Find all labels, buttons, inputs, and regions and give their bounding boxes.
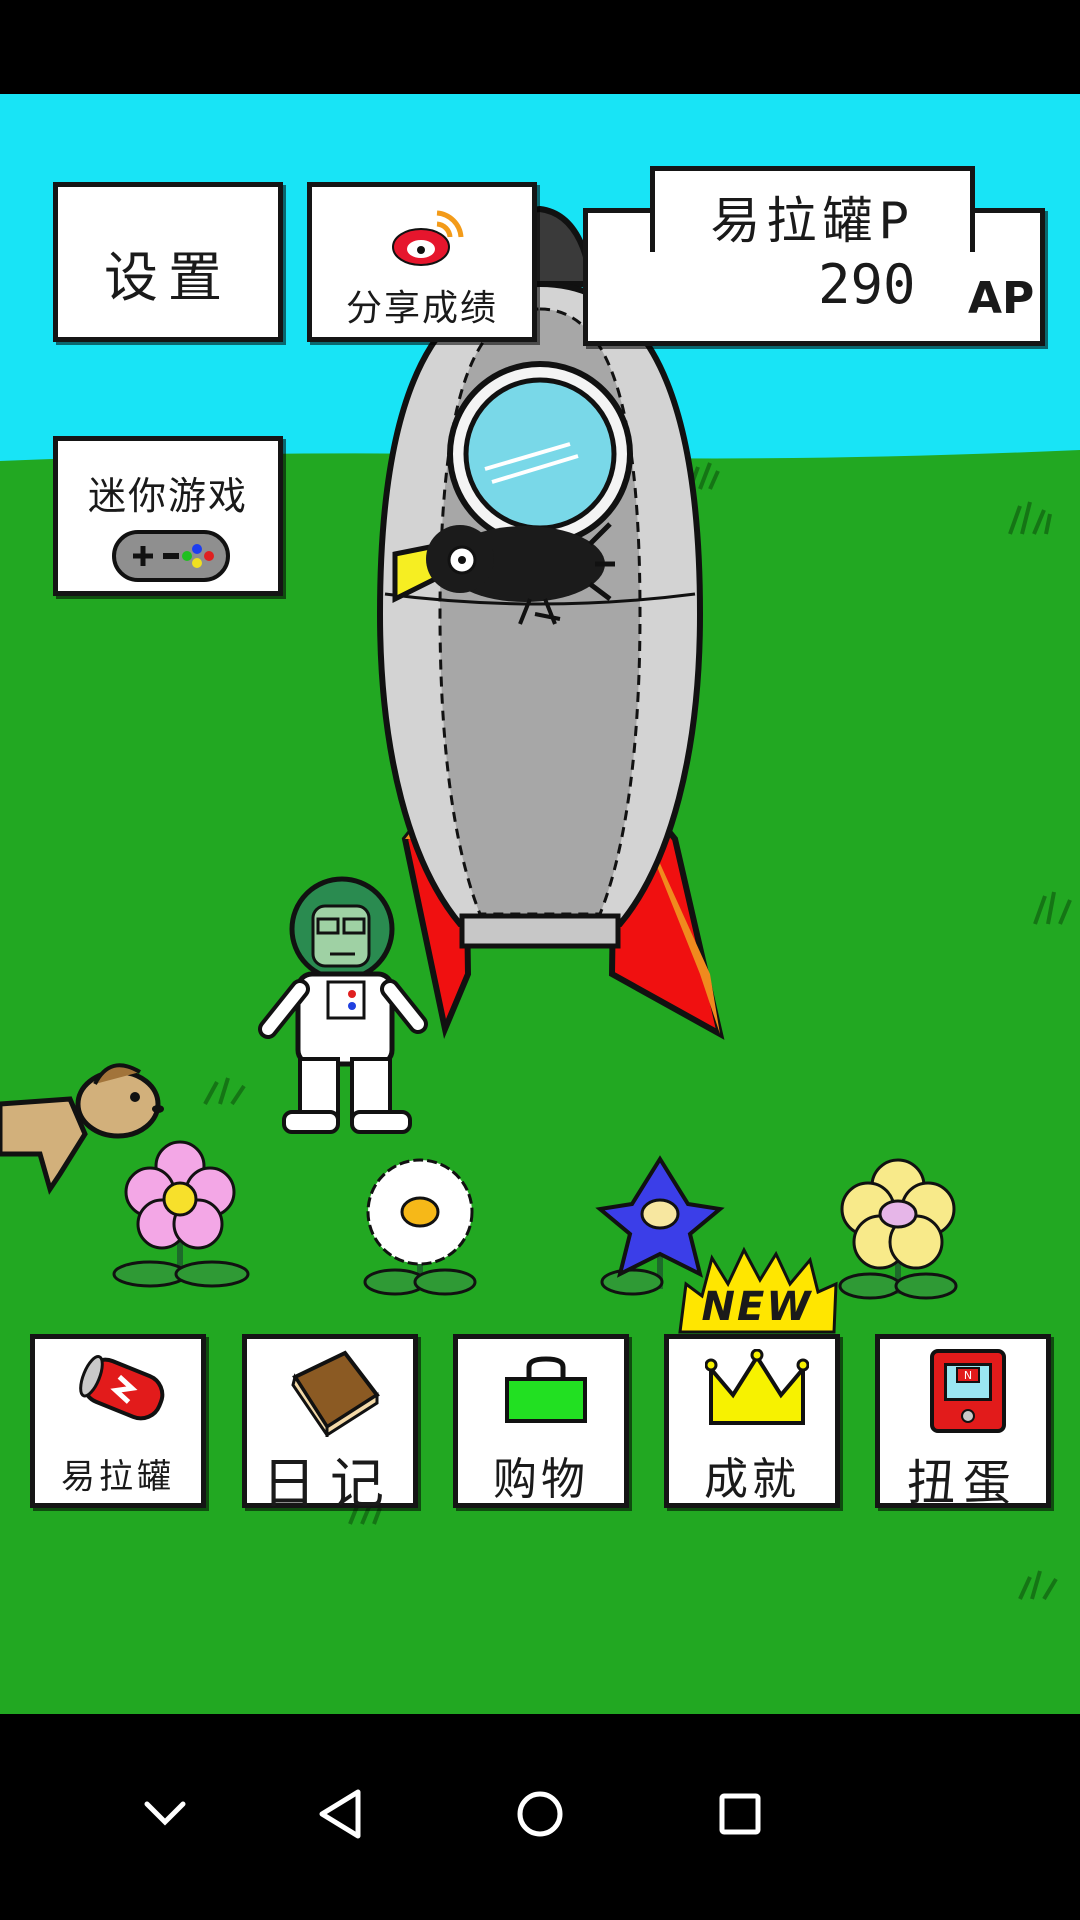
flower-white	[363, 1158, 477, 1296]
can-label: 易拉罐	[61, 1457, 175, 1497]
diary-button[interactable]: 日记	[242, 1334, 418, 1515]
score-unit: AP	[968, 273, 1035, 324]
back-triangle-icon[interactable]	[300, 1774, 380, 1854]
navigation-bar	[0, 1714, 1080, 1920]
home-circle-icon[interactable]	[500, 1774, 580, 1854]
share-button[interactable]: 分享成绩	[307, 182, 537, 342]
shop-label: 购物	[493, 1454, 589, 1505]
gacha-plate: N	[956, 1367, 980, 1383]
score-label-tab: 易拉罐P	[650, 166, 975, 252]
achievements-label: 成就	[704, 1454, 800, 1505]
new-badge: NEW	[672, 1244, 842, 1334]
weibo-icon	[392, 210, 464, 266]
game-screen[interactable]: 设置 分享成绩 290 AP 易拉罐P 迷你游戏 易拉罐 日记 购物 NEW 成…	[0, 94, 1080, 1714]
gacha-label: 扭蛋	[906, 1455, 1019, 1511]
gacha-machine-icon: N	[930, 1349, 1006, 1433]
score-value: 290	[818, 253, 916, 316]
minigame-label: 迷你游戏	[87, 474, 248, 518]
gamepad-icon	[112, 530, 230, 582]
crown-icon	[705, 1349, 809, 1425]
book-icon	[291, 1350, 380, 1437]
gacha-button[interactable]: N 扭蛋	[875, 1334, 1051, 1511]
shop-button[interactable]: 购物	[453, 1334, 629, 1508]
new-badge-label: NEW	[701, 1284, 813, 1330]
diary-label: 日记	[262, 1452, 398, 1515]
share-label: 分享成绩	[345, 288, 498, 329]
status-bar	[0, 0, 1080, 94]
can-button[interactable]: 易拉罐	[30, 1334, 206, 1508]
shopping-bag-icon	[505, 1356, 587, 1423]
score-label: 易拉罐P	[710, 192, 915, 250]
chevron-down-icon[interactable]	[125, 1774, 205, 1854]
settings-label: 设置	[104, 246, 232, 309]
achievements-button[interactable]: 成就	[664, 1334, 840, 1508]
gacha-knob	[961, 1409, 975, 1423]
settings-button[interactable]: 设置	[53, 182, 283, 342]
recents-square-icon[interactable]	[700, 1774, 780, 1854]
soda-can-icon	[79, 1355, 165, 1421]
minigame-button[interactable]: 迷你游戏	[53, 436, 283, 596]
